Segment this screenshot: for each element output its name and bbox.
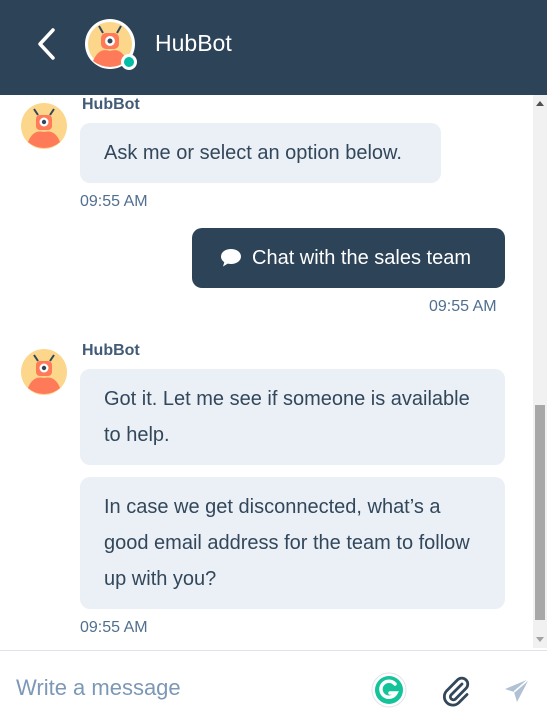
message-timestamp: 09:55 AM: [80, 193, 148, 210]
thread-scrollbar[interactable]: [533, 95, 547, 648]
chevron-left-icon: [38, 28, 55, 60]
send-icon[interactable]: [502, 676, 532, 706]
bot-message-bubble: Got it. Let me see if someone is availab…: [80, 369, 505, 465]
back-button[interactable]: [30, 26, 62, 62]
message-input[interactable]: [16, 673, 346, 703]
bot-avatar: [83, 17, 137, 71]
scroll-up-arrow-icon[interactable]: [536, 101, 544, 106]
sender-name: HubBot: [82, 96, 140, 113]
user-message-bubble: Chat with the sales team: [192, 228, 505, 288]
bot-avatar: [20, 348, 68, 396]
sender-name: HubBot: [82, 342, 140, 359]
bot-message-bubble: In case we get disconnected, what’s a go…: [80, 477, 505, 609]
message-timestamp: 09:55 AM: [80, 619, 148, 636]
scroll-thumb[interactable]: [535, 405, 545, 620]
chat-header: HubBot: [0, 0, 547, 95]
bot-avatar: [20, 102, 68, 150]
user-message-text: Chat with the sales team: [252, 246, 471, 269]
online-status-dot: [121, 54, 137, 70]
message-composer: [0, 650, 547, 717]
scroll-down-arrow-icon[interactable]: [536, 637, 544, 642]
chat-bubble-icon: [220, 248, 242, 268]
paperclip-icon[interactable]: [440, 676, 472, 708]
header-title: HubBot: [155, 30, 232, 56]
grammarly-icon[interactable]: [371, 672, 407, 708]
bot-message-bubble: Ask me or select an option below.: [80, 123, 441, 183]
message-timestamp: 09:55 AM: [429, 298, 497, 315]
message-thread[interactable]: HubBot Ask me or select an option below.…: [0, 95, 533, 648]
